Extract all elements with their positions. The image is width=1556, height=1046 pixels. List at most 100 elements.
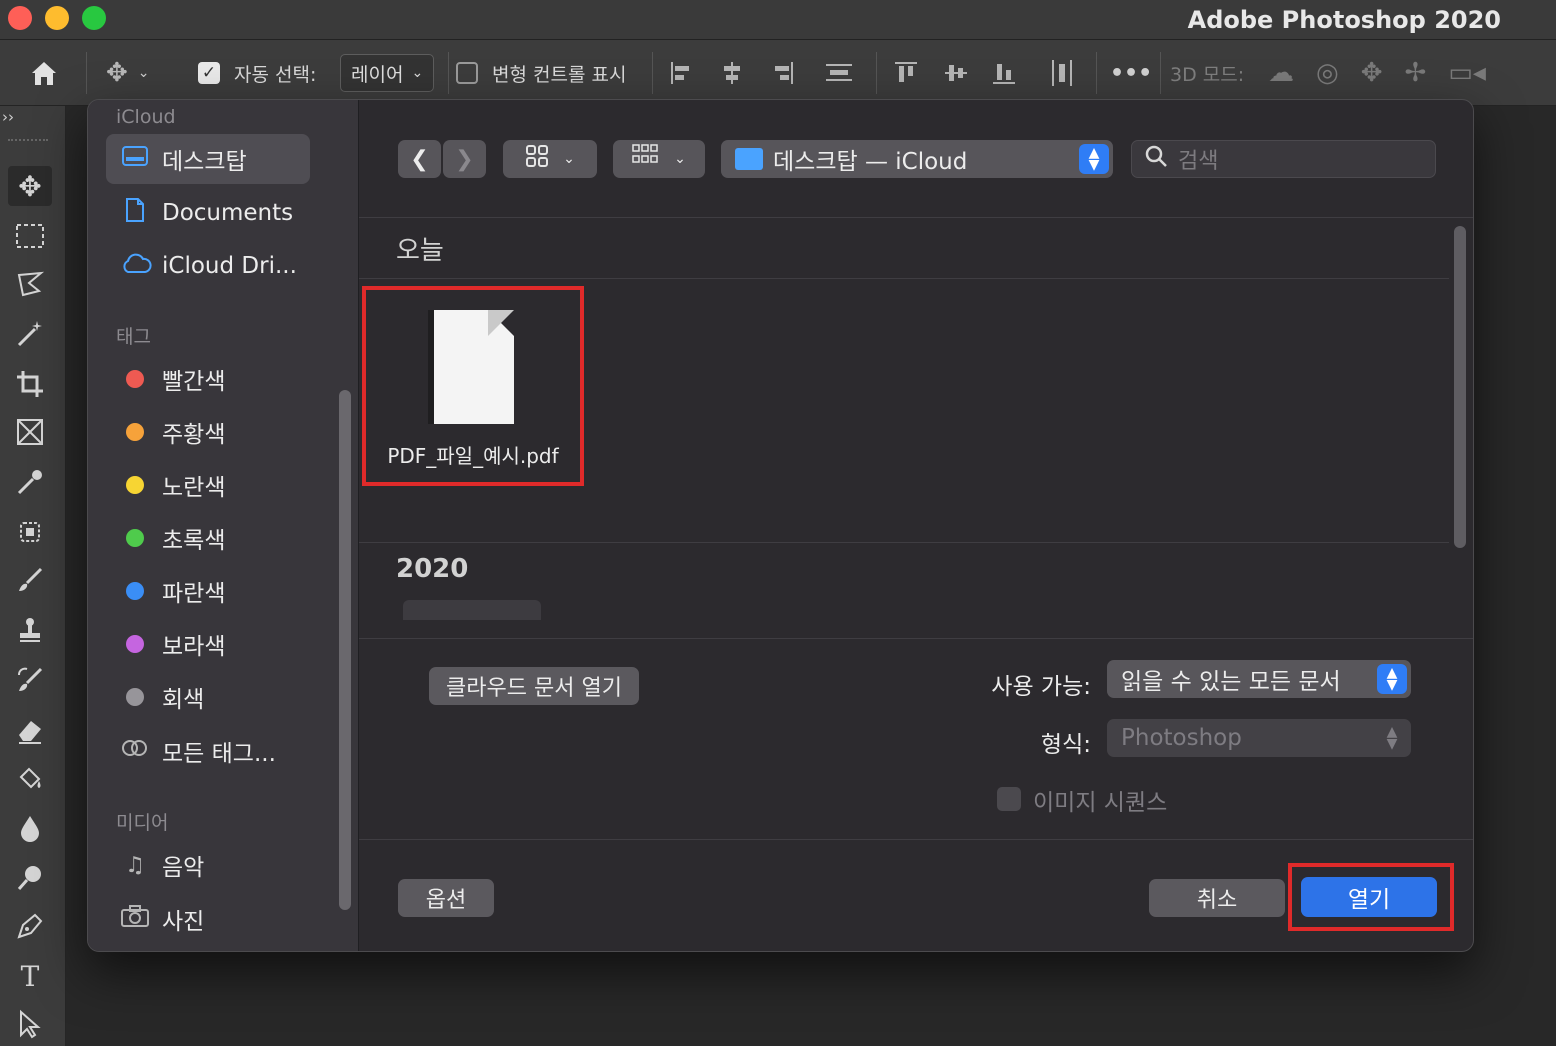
file-browser-scrollbar[interactable] <box>1454 226 1466 548</box>
view-mode-button[interactable]: ⌄ <box>503 140 597 178</box>
sidebar-item-label: 빨간색 <box>162 369 226 395</box>
sidebar-section-tags: 태그 <box>116 326 151 348</box>
sidebar-item-documents[interactable]: Documents <box>106 188 310 238</box>
crop-tool-icon[interactable] <box>8 364 52 404</box>
clone-stamp-tool-icon[interactable] <box>8 610 52 650</box>
eraser-tool-icon[interactable] <box>8 710 52 750</box>
open-options-panel: 클라우드 문서 열기 사용 가능: 읽을 수 있는 모든 문서 ▲ ▼ 형식: P… <box>359 638 1473 838</box>
brush-tool-icon[interactable] <box>8 560 52 600</box>
sidebar-item-icloud-drive[interactable]: iCloud Dri... <box>106 241 310 291</box>
open-cloud-documents-button[interactable]: 클라우드 문서 열기 <box>429 667 639 705</box>
chevron-down-icon: ⌄ <box>137 65 150 81</box>
sidebar-item-label: 데스크탑 <box>162 149 247 175</box>
path-selection-tool-icon[interactable] <box>8 1004 52 1044</box>
file-item-partial[interactable] <box>403 600 541 620</box>
enable-dropdown[interactable]: 읽을 수 있는 모든 문서 ▲ ▼ <box>1107 660 1411 698</box>
sidebar-tag-gray[interactable]: 회색 <box>106 672 310 722</box>
location-popup[interactable]: 데스크탑 — iCloud ▲ ▼ <box>721 140 1113 178</box>
chevron-down-icon: ⌄ <box>411 65 424 81</box>
move-tool-icon[interactable]: ✥ <box>8 166 52 206</box>
open-file-dialog: iCloud 데스크탑 Documents iCloud Dri... 태그 빨… <box>87 99 1474 952</box>
sidebar-tag-orange[interactable]: 주황색 <box>106 407 310 457</box>
enable-value: 읽을 수 있는 모든 문서 <box>1121 669 1341 695</box>
type-tool-icon[interactable]: T <box>8 956 52 996</box>
align-top-icon[interactable] <box>892 40 920 106</box>
frame-tool-icon[interactable] <box>8 412 52 452</box>
distribute-horizontal-icon[interactable] <box>1048 40 1076 106</box>
sidebar-item-label: 보라색 <box>162 634 226 660</box>
align-middle-icon[interactable] <box>942 40 970 106</box>
transform-controls-checkbox[interactable] <box>456 62 478 84</box>
transform-controls-toggle[interactable]: 변형 컨트롤 표시 <box>456 40 626 106</box>
cancel-button[interactable]: 취소 <box>1149 879 1285 917</box>
drag-3d-icon[interactable]: ✥ <box>1361 58 1383 88</box>
green-tag-dot-icon <box>126 529 144 547</box>
forward-button[interactable]: ❯ <box>443 140 486 178</box>
sidebar-item-photos[interactable]: 사진 <box>106 894 310 944</box>
pen-tool-icon[interactable] <box>8 906 52 946</box>
auto-select-target-dropdown[interactable]: 레이어 ⌄ <box>340 54 435 92</box>
sidebar-scrollbar[interactable] <box>339 390 351 910</box>
camera-icon <box>120 904 150 934</box>
options-button[interactable]: 옵션 <box>398 879 494 917</box>
open-button[interactable]: 열기 <box>1301 877 1437 917</box>
enable-label: 사용 가능: <box>991 674 1091 700</box>
align-left-icon[interactable] <box>668 40 696 106</box>
file-name: PDF_파일_예시.pdf <box>387 444 559 468</box>
image-sequence-label: 이미지 시퀀스 <box>1033 790 1168 816</box>
align-center-icon[interactable] <box>718 40 746 106</box>
yellow-tag-dot-icon <box>126 476 144 494</box>
up-down-chevron-icon: ▲ ▼ <box>1079 144 1109 174</box>
group-icon <box>632 144 660 174</box>
sidebar-tag-all[interactable]: 모든 태그... <box>106 726 310 776</box>
healing-brush-tool-icon[interactable] <box>8 512 52 552</box>
back-button[interactable]: ❮ <box>398 140 441 178</box>
slide-3d-icon[interactable]: ✢ <box>1404 58 1426 88</box>
lasso-tool-icon[interactable] <box>8 264 52 304</box>
zoom-window-button[interactable] <box>82 6 106 30</box>
magic-wand-tool-icon[interactable] <box>8 314 52 354</box>
sidebar-item-label: 파란색 <box>162 581 226 607</box>
file-item-pdf[interactable]: PDF_파일_예시.pdf <box>362 286 584 486</box>
orbit-3d-icon[interactable]: ☁ <box>1268 58 1294 88</box>
close-window-button[interactable] <box>8 6 32 30</box>
paint-bucket-tool-icon[interactable] <box>8 758 52 798</box>
sidebar-tag-purple[interactable]: 보라색 <box>106 619 310 669</box>
sidebar-tag-blue[interactable]: 파란색 <box>106 566 310 616</box>
sidebar-item-music[interactable]: ♫ 음악 <box>106 840 310 890</box>
roll-3d-icon[interactable]: ◎ <box>1316 58 1339 88</box>
grid-icon <box>525 144 549 174</box>
cloud-icon <box>120 252 152 280</box>
blur-tool-icon[interactable] <box>8 808 52 848</box>
more-options-button[interactable]: ••• <box>1110 40 1152 106</box>
gray-tag-dot-icon <box>126 688 144 706</box>
dodge-tool-icon[interactable] <box>8 858 52 898</box>
chevron-down-icon: ⌄ <box>563 151 575 167</box>
search-placeholder: 검색 <box>1178 149 1219 174</box>
marquee-tool-icon[interactable] <box>8 216 52 256</box>
sidebar-tag-red[interactable]: 빨간색 <box>106 354 310 404</box>
history-brush-tool-icon[interactable] <box>8 660 52 700</box>
distribute-vertical-icon[interactable] <box>824 40 854 106</box>
align-bottom-icon[interactable] <box>990 40 1018 106</box>
sidebar-tag-green[interactable]: 초록색 <box>106 513 310 563</box>
align-right-icon[interactable] <box>768 40 796 106</box>
move-tool-preset-picker[interactable]: ✥ ⌄ <box>106 40 150 106</box>
minimize-window-button[interactable] <box>45 6 69 30</box>
music-icon: ♫ <box>125 852 145 878</box>
auto-select-toggle[interactable]: ✓ 자동 선택: <box>198 40 316 106</box>
sidebar-item-desktop[interactable]: 데스크탑 <box>106 134 310 184</box>
eyedropper-tool-icon[interactable] <box>8 462 52 502</box>
panel-collapse-button[interactable]: ›› <box>0 108 14 126</box>
video-camera-icon[interactable]: ▭◂ <box>1448 58 1486 88</box>
image-sequence-checkbox[interactable] <box>997 787 1021 811</box>
panel-grip[interactable] <box>8 139 48 143</box>
search-field[interactable]: 검색 <box>1131 140 1436 178</box>
dialog-main: ❮ ❯ ⌄ ⌄ 데스크탑 — iCloud ▲ ▼ 검색 오늘 PDF_파일_예… <box>359 100 1473 951</box>
group-by-button[interactable]: ⌄ <box>613 140 705 178</box>
auto-select-checkbox[interactable]: ✓ <box>198 62 220 84</box>
home-icon[interactable] <box>28 40 60 106</box>
format-dropdown[interactable]: Photoshop ▲ ▼ <box>1107 719 1411 757</box>
sidebar-item-label: 모든 태그... <box>162 741 276 767</box>
sidebar-tag-yellow[interactable]: 노란색 <box>106 460 310 510</box>
